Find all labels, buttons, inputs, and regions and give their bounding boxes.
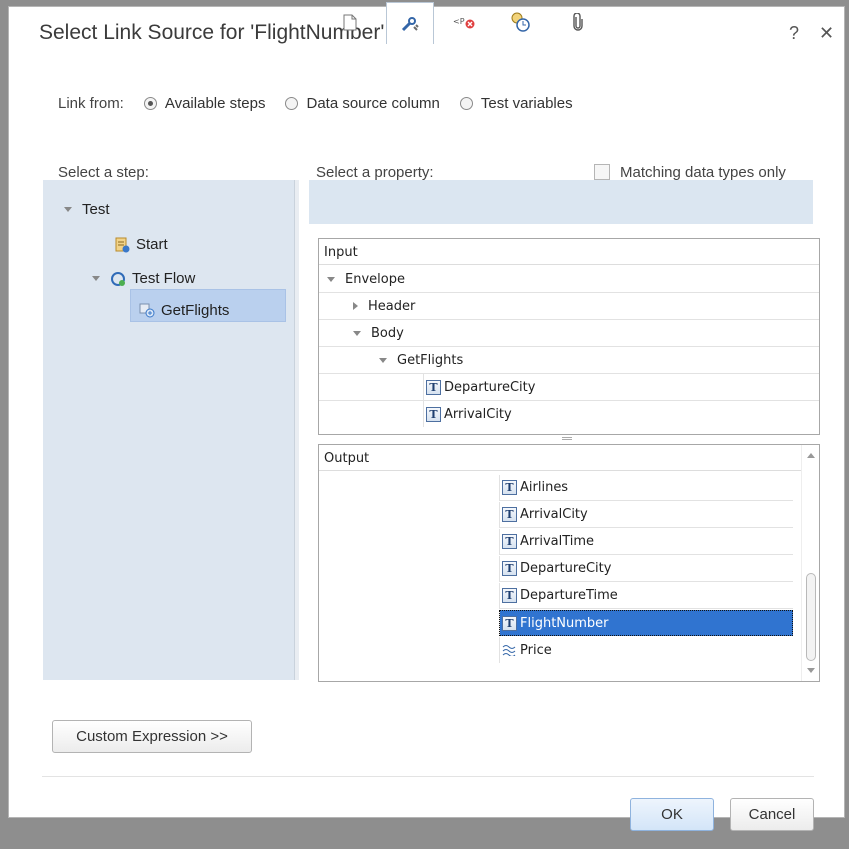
service-icon bbox=[139, 302, 155, 318]
svg-text:<P: <P bbox=[453, 17, 465, 26]
output-row-label: DepartureTime bbox=[520, 588, 618, 603]
link-from-label: Link from: bbox=[58, 95, 124, 112]
radio-label: Available steps bbox=[164, 95, 266, 112]
text-type-icon: T bbox=[426, 379, 441, 395]
grid-splitter-handle[interactable] bbox=[562, 437, 572, 440]
radio-test-variables[interactable]: Test variables bbox=[459, 95, 573, 112]
text-type-icon: T bbox=[426, 406, 441, 422]
step-tree-pane bbox=[43, 180, 295, 680]
input-row-arrivalcity[interactable]: T ArrivalCity bbox=[319, 401, 819, 428]
tree-node-label: Test bbox=[82, 201, 110, 218]
output-row-label: Price bbox=[520, 642, 552, 658]
tree-node-label: Start bbox=[136, 236, 168, 253]
matching-types-label: Matching data types only bbox=[620, 164, 786, 181]
clock-icon[interactable] bbox=[502, 6, 538, 38]
input-grid: Input Envelope Header Body GetFlights T … bbox=[318, 238, 820, 435]
output-row-airlines[interactable]: T Airlines bbox=[319, 475, 801, 502]
output-row-arrivaltime[interactable]: T ArrivalTime bbox=[319, 529, 801, 556]
text-type-icon: T bbox=[502, 534, 517, 549]
collapse-icon[interactable] bbox=[353, 330, 361, 336]
ok-button[interactable]: OK bbox=[630, 798, 714, 831]
input-row-envelope[interactable]: Envelope bbox=[319, 266, 819, 293]
input-row-body[interactable]: Body bbox=[319, 320, 819, 347]
collapse-icon[interactable] bbox=[379, 357, 387, 363]
wrench-icon[interactable] bbox=[386, 2, 434, 44]
collapse-icon[interactable] bbox=[64, 207, 72, 212]
input-row-label: Body bbox=[371, 325, 404, 341]
start-icon bbox=[114, 237, 130, 253]
xml-error-icon[interactable]: <P bbox=[447, 6, 483, 38]
radio-label: Data source column bbox=[306, 95, 440, 112]
radio-available-steps[interactable]: Available steps bbox=[143, 95, 266, 112]
output-row-arrivalcity[interactable]: T ArrivalCity bbox=[319, 502, 801, 529]
output-scrollbar[interactable] bbox=[801, 445, 819, 681]
output-grid: Output T Airlines T ArrivalCity T Arriva… bbox=[318, 444, 820, 682]
scroll-thumb[interactable] bbox=[806, 573, 816, 661]
attachment-icon[interactable] bbox=[560, 6, 596, 38]
input-row-header[interactable]: Header bbox=[319, 293, 819, 320]
tree-node-test-flow[interactable]: Test Flow bbox=[92, 270, 195, 287]
expand-icon[interactable] bbox=[353, 302, 358, 310]
tree-node-label: GetFlights bbox=[161, 301, 230, 319]
radio-label: Test variables bbox=[480, 95, 573, 112]
radio-data-source-column[interactable]: Data source column bbox=[285, 95, 440, 112]
output-row-price[interactable]: Price bbox=[319, 637, 801, 664]
text-type-icon: T bbox=[502, 480, 517, 495]
collapse-icon[interactable] bbox=[92, 276, 100, 281]
output-row-flightnumber[interactable]: T FlightNumber bbox=[319, 610, 801, 637]
input-row-departurecity[interactable]: T DepartureCity bbox=[319, 374, 819, 401]
scroll-up-icon[interactable] bbox=[807, 453, 815, 458]
radio-indicator[interactable] bbox=[459, 97, 473, 110]
flow-icon bbox=[110, 271, 126, 287]
output-row-label: DepartureCity bbox=[520, 561, 612, 576]
output-row-label: ArrivalCity bbox=[520, 507, 588, 522]
output-row-label: FlightNumber bbox=[520, 615, 609, 631]
footer-divider bbox=[42, 776, 814, 777]
input-row-getflights[interactable]: GetFlights bbox=[319, 347, 819, 374]
input-row-label: GetFlights bbox=[397, 352, 464, 368]
tree-node-label: Test Flow bbox=[132, 270, 196, 287]
radio-indicator[interactable] bbox=[285, 97, 299, 110]
property-tab-bar bbox=[309, 180, 813, 224]
select-property-label: Select a property: bbox=[316, 164, 434, 181]
tree-node-getflights[interactable]: GetFlights bbox=[139, 297, 229, 323]
cancel-button[interactable]: Cancel bbox=[730, 798, 814, 831]
output-grid-header: Output bbox=[319, 445, 801, 471]
link-from-row: Link from: Available steps Data source c… bbox=[58, 95, 593, 112]
input-row-label: DepartureCity bbox=[444, 379, 536, 395]
text-type-icon: T bbox=[502, 561, 517, 576]
radio-indicator[interactable] bbox=[143, 97, 157, 110]
input-row-label: Envelope bbox=[345, 271, 405, 287]
numeric-type-icon bbox=[502, 644, 517, 657]
output-row-departurecity[interactable]: T DepartureCity bbox=[319, 556, 801, 583]
output-row-label: ArrivalTime bbox=[520, 534, 595, 549]
input-row-label: ArrivalCity bbox=[444, 406, 512, 422]
tree-node-test[interactable]: Test bbox=[64, 201, 110, 218]
output-row-departuretime[interactable]: T DepartureTime bbox=[319, 583, 801, 610]
text-type-icon: T bbox=[502, 588, 517, 603]
custom-expression-button[interactable]: Custom Expression >> bbox=[52, 720, 252, 753]
select-step-label: Select a step: bbox=[58, 164, 149, 181]
output-row-label: Airlines bbox=[520, 480, 569, 495]
close-button[interactable]: ✕ bbox=[819, 23, 834, 44]
input-row-label: Header bbox=[368, 298, 416, 314]
collapse-icon[interactable] bbox=[327, 276, 335, 282]
scroll-down-icon[interactable] bbox=[807, 668, 815, 673]
tree-node-start[interactable]: Start bbox=[114, 236, 168, 253]
pane-splitter[interactable] bbox=[294, 180, 299, 680]
matching-types-checkbox[interactable] bbox=[594, 164, 610, 180]
help-button[interactable]: ? bbox=[789, 23, 799, 44]
text-type-icon: T bbox=[502, 615, 517, 631]
text-type-icon: T bbox=[502, 507, 517, 522]
input-grid-header: Input bbox=[319, 239, 819, 265]
document-icon[interactable] bbox=[332, 6, 368, 38]
